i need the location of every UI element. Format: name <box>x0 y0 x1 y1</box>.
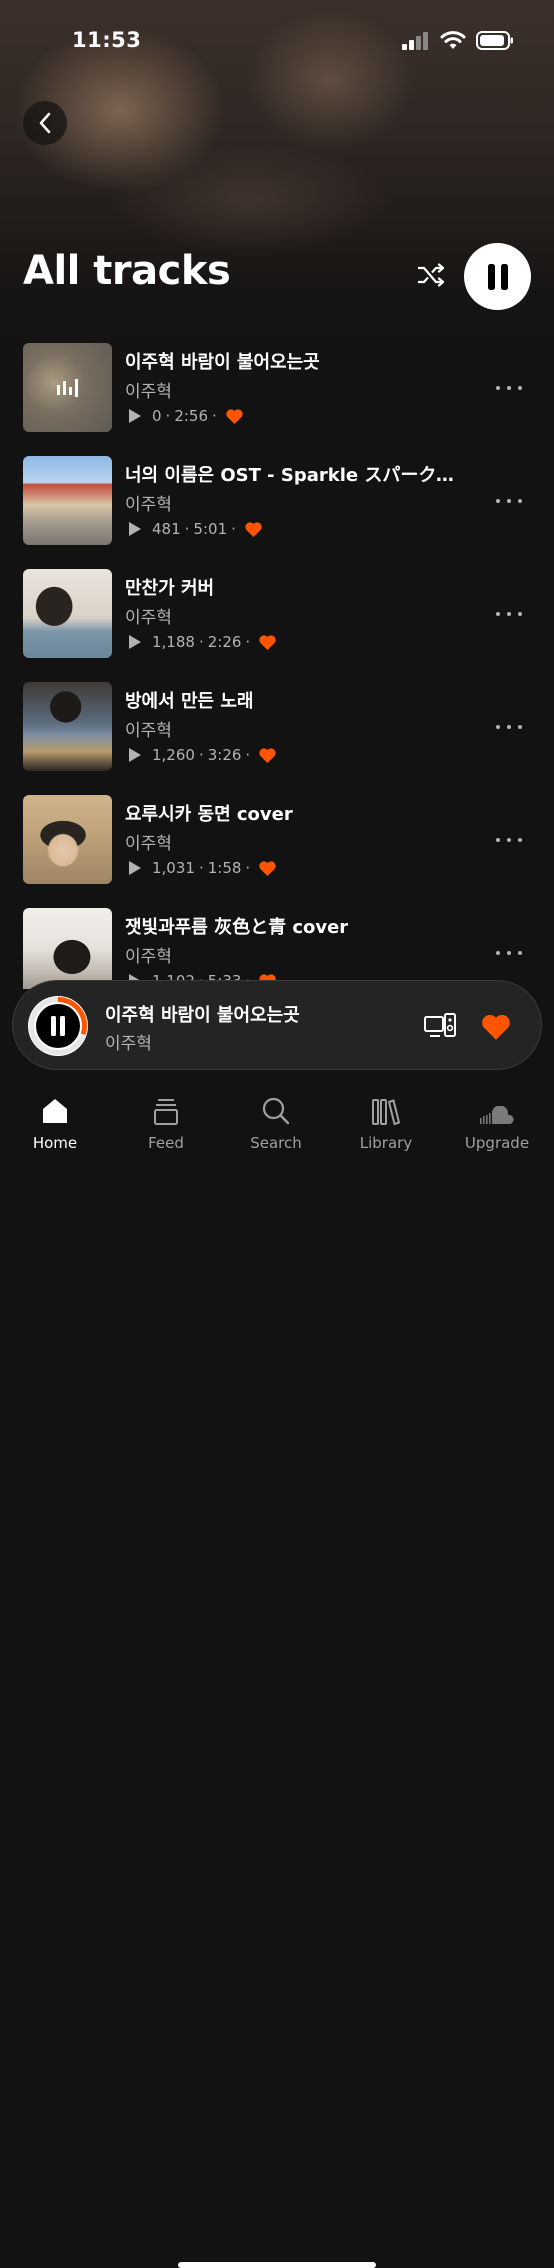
track-stats: 0 · 2:56 · <box>128 407 244 425</box>
home-icon <box>43 1099 67 1123</box>
track-artwork <box>23 343 112 432</box>
track-artist: 이주혁 <box>125 495 172 515</box>
page-title: All tracks <box>23 248 231 294</box>
heart-icon[interactable] <box>480 1012 512 1042</box>
status-time: 11:53 <box>72 28 142 52</box>
shuffle-icon <box>418 263 445 287</box>
wifi-icon <box>440 31 466 49</box>
play-count: 1,188 <box>152 633 195 651</box>
back-button[interactable] <box>23 101 67 145</box>
tab-label: Library <box>359 1134 413 1152</box>
chevron-left-icon <box>39 112 51 134</box>
track-row[interactable]: 방에서 만든 노래 이주혁 1,260 · 3:26 · <box>0 675 554 788</box>
shuffle-button[interactable] <box>413 260 449 290</box>
cast-devices-icon[interactable] <box>424 1013 456 1039</box>
track-title: 잿빛과푸름 灰色と青 cover <box>125 917 349 938</box>
feed-icon <box>154 1099 178 1125</box>
track-artwork <box>23 456 112 545</box>
more-options-button[interactable] <box>496 830 522 850</box>
track-artist: 이주혁 <box>125 947 172 967</box>
track-duration: 3:26 <box>207 746 242 764</box>
track-stats: 481 · 5:01 · <box>128 520 263 538</box>
track-title: 이주혁 바람이 불어오는곳 <box>125 352 320 373</box>
mini-player[interactable]: 이주혁 바람이 불어오는곳 이주혁 <box>12 980 542 1070</box>
tab-bar: Home Feed Search Library Upgrade <box>0 1080 554 2268</box>
more-options-button[interactable] <box>496 378 522 398</box>
more-options-button[interactable] <box>496 717 522 737</box>
tab-library[interactable]: Library <box>331 1092 441 1162</box>
track-stats: 1,031 · 1:58 · <box>128 859 277 877</box>
play-count: 1,260 <box>152 746 195 764</box>
search-icon <box>262 1097 290 1125</box>
track-artist: 이주혁 <box>125 608 172 628</box>
pause-icon <box>51 1016 56 1036</box>
track-row[interactable]: 이주혁 바람이 불어오는곳 이주혁 0 · 2:56 · <box>0 336 554 449</box>
track-duration: 5:01 <box>193 520 228 538</box>
play-count: 1,031 <box>152 859 195 877</box>
more-options-button[interactable] <box>496 604 522 624</box>
track-duration: 2:26 <box>207 633 242 651</box>
track-artwork <box>23 569 112 658</box>
track-list: 이주혁 바람이 불어오는곳 이주혁 0 · 2:56 · 너의 이름은 OST … <box>0 336 554 989</box>
play-count-icon <box>129 635 141 649</box>
heart-icon[interactable] <box>258 634 277 651</box>
play-count-icon <box>129 409 141 423</box>
status-icons <box>402 31 514 50</box>
track-artwork <box>23 795 112 884</box>
track-stats: 1,260 · 3:26 · <box>128 746 277 764</box>
track-artist: 이주혁 <box>125 721 172 741</box>
play-count-icon <box>129 861 141 875</box>
track-artist: 이주혁 <box>125 382 172 402</box>
home-indicator <box>178 2262 376 2268</box>
track-title: 방에서 만든 노래 <box>125 691 254 712</box>
track-artwork <box>23 908 112 989</box>
track-artist: 이주혁 <box>125 834 172 854</box>
soundcloud-icon <box>480 1106 514 1124</box>
mini-player-artist: 이주혁 <box>105 1034 152 1054</box>
track-title: 너의 이름은 OST - Sparkle スパークル... <box>125 465 470 486</box>
track-title: 요루시카 동면 cover <box>125 804 293 825</box>
play-count: 481 <box>152 520 181 538</box>
tab-upgrade[interactable]: Upgrade <box>442 1092 552 1162</box>
more-options-button[interactable] <box>496 943 522 963</box>
play-count: 0 <box>152 407 162 425</box>
mini-player-title: 이주혁 바람이 불어오는곳 <box>105 1005 300 1026</box>
equalizer-icon <box>56 378 78 397</box>
track-row[interactable]: 너의 이름은 OST - Sparkle スパークル... 이주혁 481 · … <box>0 449 554 562</box>
track-row[interactable]: 만찬가 커버 이주혁 1,188 · 2:26 · <box>0 562 554 675</box>
tab-feed[interactable]: Feed <box>111 1092 221 1162</box>
tab-label: Search <box>250 1134 302 1152</box>
track-artwork <box>23 682 112 771</box>
track-stats: 1,188 · 2:26 · <box>128 633 277 651</box>
more-options-button[interactable] <box>496 491 522 511</box>
play-count-icon <box>129 522 141 536</box>
library-icon <box>372 1099 400 1125</box>
tab-label: Feed <box>148 1134 184 1152</box>
tab-label: Home <box>32 1134 78 1152</box>
now-playing-indicator <box>23 343 112 432</box>
play-pause-button[interactable] <box>464 243 531 310</box>
pause-icon <box>487 263 508 290</box>
tab-search[interactable]: Search <box>221 1092 331 1162</box>
heart-icon[interactable] <box>258 747 277 764</box>
heart-icon[interactable] <box>258 860 277 877</box>
track-duration: 2:56 <box>174 407 209 425</box>
track-duration: 1:58 <box>207 859 242 877</box>
mini-player-pause-button[interactable] <box>28 996 88 1056</box>
track-title: 만찬가 커버 <box>125 578 215 599</box>
heart-icon[interactable] <box>225 408 244 425</box>
heart-icon[interactable] <box>244 521 263 538</box>
tab-home[interactable]: Home <box>0 1092 110 1162</box>
signal-icon <box>402 31 428 50</box>
play-count-icon <box>129 748 141 762</box>
status-bar: 11:53 <box>0 0 554 84</box>
track-row[interactable]: 잿빛과푸름 灰色と青 cover 이주혁 1,102 · 5:33 · <box>0 901 554 989</box>
battery-icon <box>476 31 513 50</box>
tab-label: Upgrade <box>464 1134 530 1152</box>
track-row[interactable]: 요루시카 동면 cover 이주혁 1,031 · 1:58 · <box>0 788 554 901</box>
